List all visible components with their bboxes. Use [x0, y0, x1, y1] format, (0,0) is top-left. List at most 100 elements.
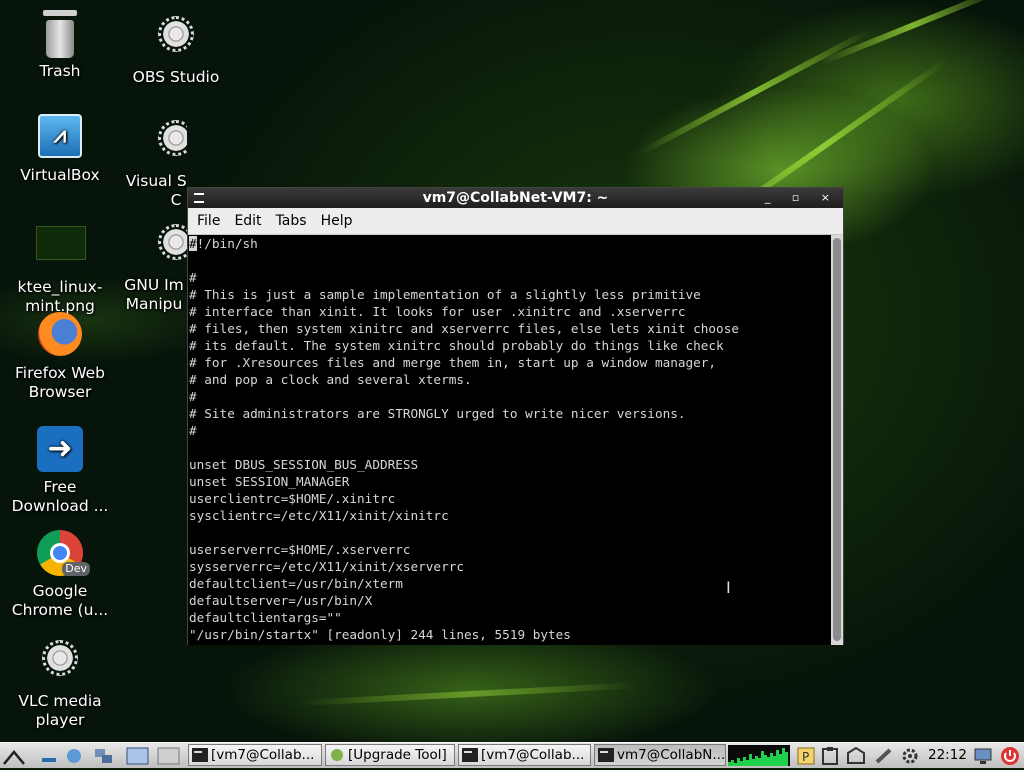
firefox-icon — [36, 312, 84, 360]
terminal-line: # for .Xresources files and merge them i… — [189, 354, 832, 371]
terminal-line: # This is just a sample implementation o… — [189, 286, 832, 303]
terminal-line-text: # its default. The system xinitrc should… — [189, 338, 724, 353]
gear-icon — [152, 224, 187, 272]
terminal-line: # — [189, 422, 832, 439]
network-icon[interactable] — [64, 746, 84, 766]
desktop-icon-visual-studio-code[interactable]: Visual Studio C — [121, 114, 187, 210]
terminal-line: #!/bin/sh — [189, 235, 832, 252]
desktop-icon-google-chrome[interactable]: Dev Google Chrome (u... — [5, 530, 115, 620]
terminal-line-text: sysserverrc=/etc/X11/xinit/xserverrc — [189, 559, 464, 574]
terminal-line: unset DBUS_SESSION_BUS_ADDRESS — [189, 456, 832, 473]
terminal-line: unset SESSION_MANAGER — [189, 473, 832, 490]
terminal-window[interactable]: vm7@CollabNet-VM7: ~ _ ▫ × File Edit Tabs H… — [187, 187, 844, 645]
terminal-line: sysclientrc=/etc/X11/xinit/xinitrc — [189, 507, 832, 524]
terminal-line-text: # and pop a clock and several xterms. — [189, 372, 472, 387]
taskbar-clock[interactable]: 22:12 — [928, 743, 967, 768]
desktop-icon-label: OBS Studio — [132, 68, 220, 86]
wallpaper-streak — [818, 0, 1007, 66]
clipboard-icon[interactable] — [820, 746, 840, 766]
terminal-icon — [462, 748, 478, 762]
desktop-icon-label: Free Download ... — [11, 478, 109, 515]
task-upgrade-tool[interactable]: [Upgrade Tool] — [325, 744, 455, 766]
terminal-line: defaultclient=/usr/bin/xterm — [189, 575, 832, 592]
task-label: [vm7@Collab... — [481, 747, 585, 763]
task-terminal-1[interactable]: [vm7@Collab... — [188, 744, 322, 766]
wallpaper-streak — [299, 682, 640, 706]
p-applet-icon[interactable]: P — [796, 746, 816, 766]
trash-icon — [36, 10, 84, 58]
terminal-line-text: defaultserver=/usr/bin/X — [189, 593, 373, 608]
gear-icon — [36, 640, 84, 688]
desktop-icon-trash[interactable]: Trash — [5, 10, 115, 81]
window-titlebar[interactable]: vm7@CollabNet-VM7: ~ _ ▫ × — [188, 188, 843, 208]
task-label: [Upgrade Tool] — [348, 747, 447, 763]
terminal-line-text: unset SESSION_MANAGER — [189, 474, 350, 489]
terminal-line: userserverrc=$HOME/.xserverrc — [189, 541, 832, 558]
terminal-line: # interface than xinit. It looks for use… — [189, 303, 832, 320]
terminal-output[interactable]: #!/bin/sh # # This is just a sample implem… — [188, 235, 832, 645]
free-download-manager-icon: ➜ — [36, 426, 84, 474]
gear-icon — [152, 16, 200, 64]
terminal-line-text: # interface than xinit. It looks for use… — [189, 304, 686, 319]
desktop-icon-ktee-linux-mint[interactable]: ktee_linux-mint.png — [5, 218, 115, 316]
desktop-icon-obs-studio[interactable]: OBS Studio — [121, 10, 231, 87]
cpu-activity-graph[interactable] — [728, 745, 790, 766]
settings-gear-icon[interactable] — [900, 746, 920, 766]
desktop-icon-label: Visual Studio C — [125, 172, 187, 209]
terminal-line: sysserverrc=/etc/X11/xinit/xserverrc — [189, 558, 832, 575]
gear-icon — [152, 120, 187, 168]
terminal-line-text: # files, then system xinitrc and xserver… — [189, 321, 739, 336]
menu-help[interactable]: Help — [314, 213, 360, 229]
menu-tabs[interactable]: Tabs — [269, 213, 314, 229]
graph-bar — [785, 752, 788, 766]
terminal-line-text: # — [189, 423, 197, 438]
terminal-line: defaultserver=/usr/bin/X — [189, 592, 832, 609]
start-menu-icon[interactable] — [3, 746, 25, 766]
window-menu-icon[interactable] — [194, 193, 204, 203]
window-controls[interactable]: _ ▫ × — [765, 188, 839, 208]
virtualbox-icon: ⩘ — [36, 114, 84, 162]
desktop-icon-vlc[interactable]: VLC media player — [5, 634, 115, 730]
display-icon[interactable] — [973, 746, 993, 766]
desktop-icon-label: ktee_linux-mint.png — [17, 278, 103, 315]
terminal-line: # files, then system xinitrc and xserver… — [189, 320, 832, 337]
task-terminal-active[interactable]: vm7@CollabN... — [594, 744, 726, 766]
window-title: vm7@CollabNet-VM7: ~ — [422, 190, 609, 206]
terminal-line-text: !/bin/sh — [196, 236, 258, 251]
package-icon[interactable] — [846, 746, 866, 766]
terminal-line: defaultclientargs="" — [189, 609, 832, 626]
windows-icon[interactable] — [94, 746, 114, 766]
terminal-line: # Site administrators are STRONGLY urged… — [189, 405, 832, 422]
terminal-line-text: unset DBUS_SESSION_BUS_ADDRESS — [189, 457, 419, 472]
dev-badge: Dev — [62, 562, 90, 576]
scrollbar-thumb[interactable] — [833, 238, 841, 641]
menu-file[interactable]: File — [190, 213, 227, 229]
terminal-line: userclientrc=$HOME/.xinitrc — [189, 490, 832, 507]
task-terminal-2[interactable]: [vm7@Collab... — [458, 744, 591, 766]
minimize-all-icon[interactable] — [40, 746, 60, 766]
terminal-line-text: # — [189, 389, 197, 404]
terminal-line-text: userclientrc=$HOME/.xinitrc — [189, 491, 396, 506]
terminal-line: # — [189, 269, 832, 286]
terminal-line-text: sysclientrc=/etc/X11/xinit/xinitrc — [189, 508, 449, 523]
desktop-icon-gimp[interactable]: GNU Im Manipu — [121, 218, 187, 314]
terminal-line: # its default. The system xinitrc should… — [189, 337, 832, 354]
desktop-icon-label: VirtualBox — [20, 166, 100, 184]
workspace-2[interactable] — [157, 746, 181, 766]
menu-edit[interactable]: Edit — [227, 213, 268, 229]
power-icon[interactable] — [1000, 746, 1020, 766]
desktop-icon-firefox[interactable]: Firefox Web Browser — [5, 312, 115, 402]
terminal-scrollbar[interactable] — [831, 235, 843, 645]
network-status-icon[interactable] — [874, 746, 894, 766]
workspace-1[interactable] — [126, 746, 150, 766]
terminal-cursor: # — [189, 236, 197, 251]
desktop-icon-label: Trash — [39, 62, 81, 80]
taskbar: [vm7@Collab... [Upgrade Tool] [vm7@Colla… — [0, 742, 1024, 768]
terminal-line: "/usr/bin/startx" [readonly] 244 lines, … — [189, 626, 832, 643]
terminal-line-text: # — [189, 270, 197, 285]
desktop-icon-virtualbox[interactable]: ⩘ VirtualBox — [5, 114, 115, 185]
desktop-icon-free-download-manager[interactable]: ➜ Free Download ... — [5, 426, 115, 516]
